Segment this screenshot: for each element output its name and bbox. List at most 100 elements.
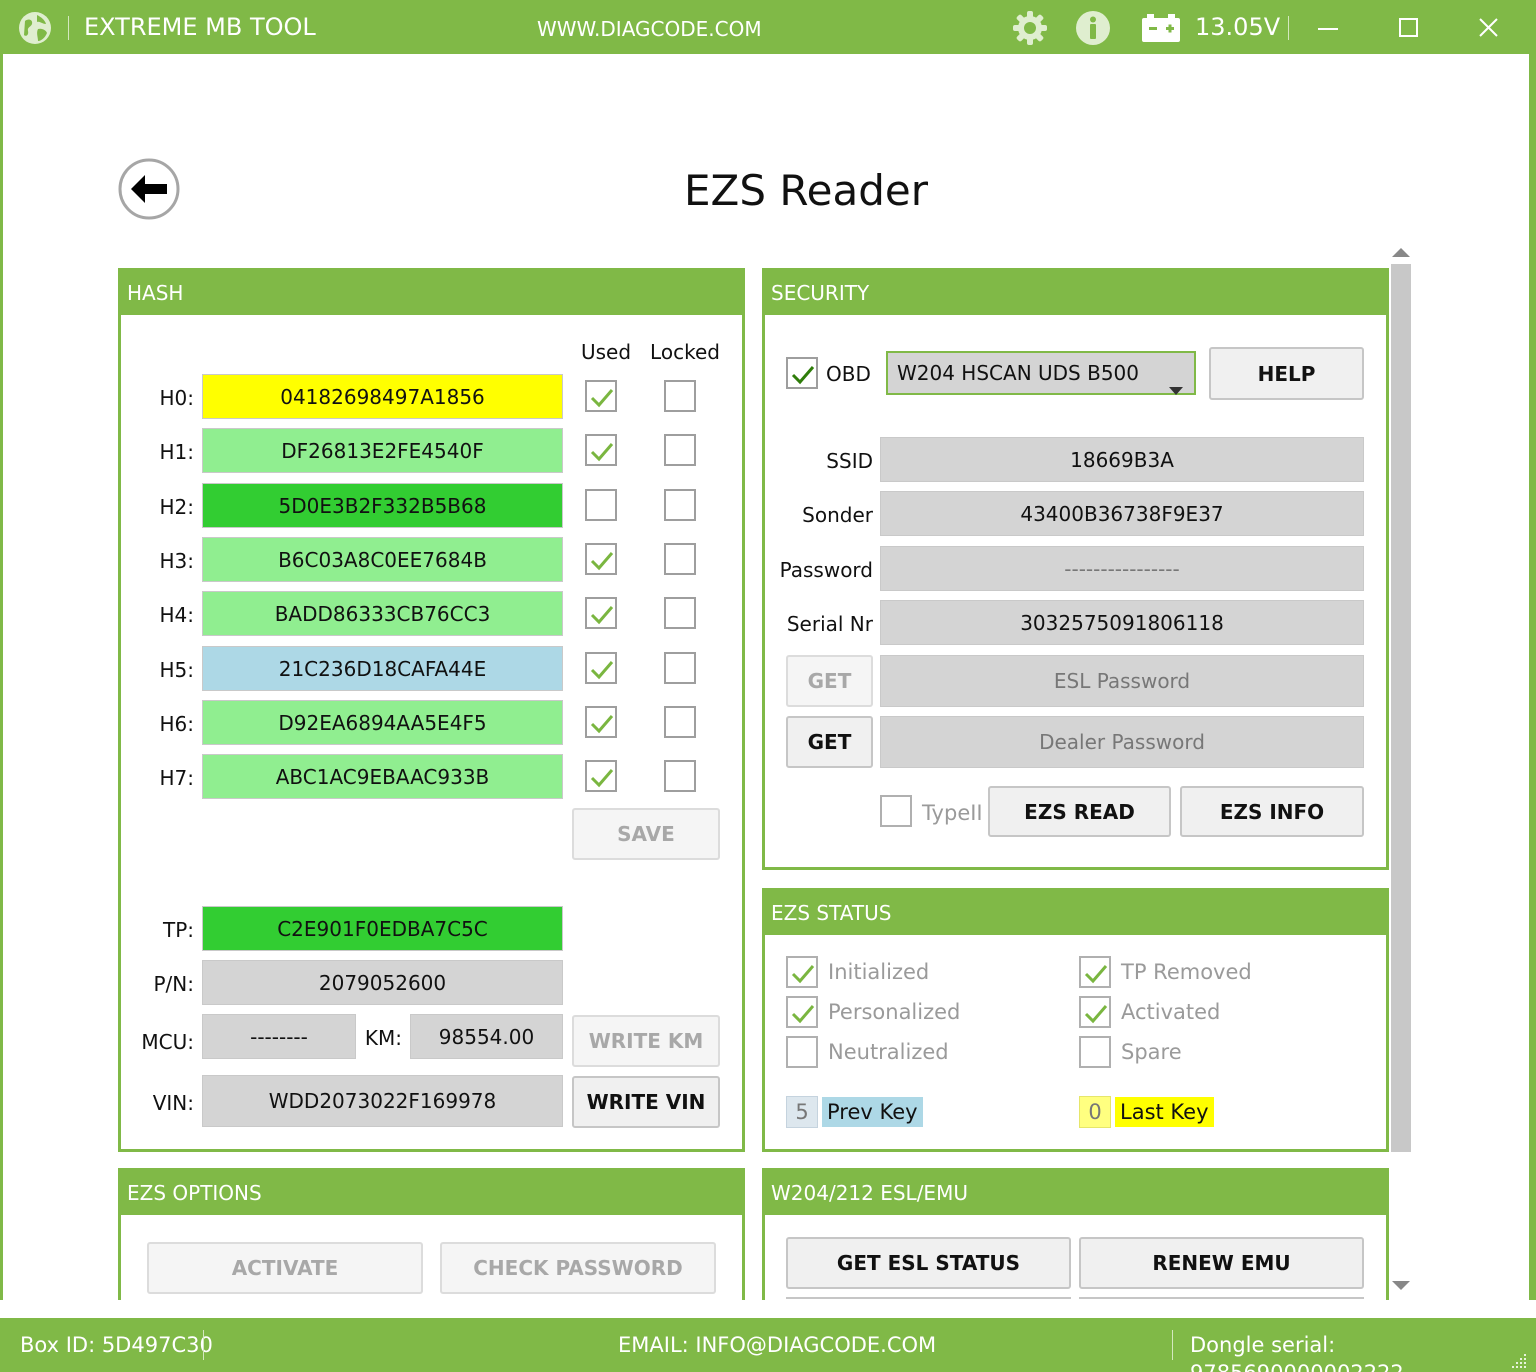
spare-checkbox bbox=[1079, 1036, 1111, 1068]
ezs-read-button[interactable]: EZS READ bbox=[988, 786, 1171, 837]
hash-locked-checkbox[interactable] bbox=[664, 543, 696, 575]
tp-field: C2E901F0EDBA7C5C bbox=[202, 906, 563, 951]
hash-row-label: H2: bbox=[159, 495, 194, 519]
hash-value-field[interactable]: 5D0E3B2F332B5B68 bbox=[202, 483, 563, 528]
hash-row-label: H3: bbox=[159, 549, 194, 573]
support-email: EMAIL: INFO@DIAGCODE.COM bbox=[618, 1333, 937, 1357]
serial-nr-label: Serial Nr bbox=[786, 612, 873, 636]
hash-locked-checkbox[interactable] bbox=[664, 380, 696, 412]
spare-label: Spare bbox=[1121, 1040, 1182, 1064]
password-field: ---------------- bbox=[880, 546, 1364, 591]
hash-locked-checkbox[interactable] bbox=[664, 760, 696, 792]
write-km-button[interactable]: WRITE KM bbox=[572, 1015, 720, 1067]
get-esl-password-button[interactable]: GET bbox=[786, 655, 873, 707]
dealer-password-field[interactable]: Dealer Password bbox=[880, 716, 1364, 768]
hash-used-checkbox[interactable] bbox=[585, 434, 617, 466]
hash-value-field[interactable]: D92EA6894AA5E4F5 bbox=[202, 700, 563, 745]
used-column-header: Used bbox=[580, 340, 632, 364]
hash-used-checkbox[interactable] bbox=[585, 760, 617, 792]
dongle-serial: Dongle serial: 9785690000002222 bbox=[1190, 1333, 1404, 1372]
hash-row-label: H0: bbox=[159, 386, 194, 410]
hash-value-field[interactable]: BADD86333CB76CC3 bbox=[202, 591, 563, 636]
activated-checkbox bbox=[1079, 996, 1111, 1028]
hash-value-field[interactable]: DF26813E2FE4540F bbox=[202, 428, 563, 473]
close-button[interactable] bbox=[1472, 14, 1504, 42]
neutralized-checkbox bbox=[786, 1036, 818, 1068]
app-title: EXTREME MB TOOL bbox=[84, 13, 316, 41]
vertical-scrollbar[interactable] bbox=[1391, 264, 1411, 1152]
hash-used-checkbox[interactable] bbox=[585, 652, 617, 684]
mcu-field: -------- bbox=[202, 1014, 356, 1059]
help-button[interactable]: HELP bbox=[1209, 347, 1364, 400]
activate-button[interactable]: ACTIVATE bbox=[147, 1242, 423, 1294]
activated-label: Activated bbox=[1121, 1000, 1221, 1024]
hash-value-field[interactable]: 21C236D18CAFA44E bbox=[202, 646, 563, 691]
hash-locked-checkbox[interactable] bbox=[664, 706, 696, 738]
ezs-info-button[interactable]: EZS INFO bbox=[1180, 786, 1364, 837]
pn-field: 2079052600 bbox=[202, 960, 563, 1005]
hash-used-checkbox[interactable] bbox=[585, 380, 617, 412]
maximize-button[interactable] bbox=[1392, 14, 1424, 42]
settings-gear-icon[interactable] bbox=[1010, 8, 1050, 48]
security-panel-header: SECURITY bbox=[765, 271, 1386, 315]
app-website: WWW.DIAGCODE.COM bbox=[537, 17, 762, 41]
protocol-select[interactable]: W204 HSCAN UDS B500 bbox=[886, 351, 1196, 395]
hash-locked-checkbox[interactable] bbox=[664, 652, 696, 684]
hash-row-label: H5: bbox=[159, 658, 194, 682]
mcu-label: MCU: bbox=[141, 1030, 194, 1054]
prev-key-number: 5 bbox=[786, 1096, 818, 1128]
sonder-field: 43400B36738F9E37 bbox=[880, 491, 1364, 536]
hash-used-checkbox[interactable] bbox=[585, 543, 617, 575]
page-title: EZS Reader bbox=[684, 166, 928, 215]
hash-locked-checkbox[interactable] bbox=[664, 489, 696, 521]
hash-used-checkbox[interactable] bbox=[585, 706, 617, 738]
tp-label: TP: bbox=[162, 918, 194, 942]
personalized-label: Personalized bbox=[828, 1000, 961, 1024]
battery-icon bbox=[1141, 12, 1181, 44]
hash-locked-checkbox[interactable] bbox=[664, 597, 696, 629]
ssid-label: SSID bbox=[826, 449, 873, 473]
check-password-button[interactable]: CHECK PASSWORD bbox=[440, 1242, 716, 1294]
ssid-field: 18669B3A bbox=[880, 437, 1364, 482]
write-vin-button[interactable]: WRITE VIN bbox=[572, 1076, 720, 1128]
hash-value-field[interactable]: 04182698497A1856 bbox=[202, 374, 563, 419]
tp-removed-checkbox bbox=[1079, 956, 1111, 988]
last-key-number: 0 bbox=[1079, 1096, 1111, 1128]
hash-panel-header: HASH bbox=[121, 271, 742, 315]
obd-checkbox[interactable] bbox=[786, 357, 818, 389]
hash-row-label: H4: bbox=[159, 603, 194, 627]
esl-emu-panel-header: W204/212 ESL/EMU bbox=[765, 1171, 1386, 1215]
typeii-label: TypeII bbox=[922, 801, 983, 825]
serial-nr-field: 3032575091806118 bbox=[880, 600, 1364, 645]
hash-value-field[interactable]: ABC1AC9EBAAC933B bbox=[202, 754, 563, 799]
scroll-down-arrow-icon[interactable] bbox=[1390, 1278, 1412, 1292]
get-esl-status-button[interactable]: GET ESL STATUS bbox=[786, 1237, 1071, 1289]
ezs-status-panel-header: EZS STATUS bbox=[765, 891, 1386, 935]
km-field[interactable]: 98554.00 bbox=[410, 1014, 563, 1059]
personalized-checkbox bbox=[786, 996, 818, 1028]
ezs-options-panel-header: EZS OPTIONS bbox=[121, 1171, 742, 1215]
info-icon[interactable] bbox=[1074, 9, 1112, 47]
renew-emu-button[interactable]: RENEW EMU bbox=[1079, 1237, 1364, 1289]
protocol-select-value: W204 HSCAN UDS B500 bbox=[897, 361, 1139, 385]
status-bar: Box ID: 5D497C30 EMAIL: INFO@DIAGCODE.CO… bbox=[0, 1318, 1536, 1372]
initialized-checkbox bbox=[786, 956, 818, 988]
esl-password-field[interactable]: ESL Password bbox=[880, 655, 1364, 707]
resize-grip-icon[interactable] bbox=[1508, 1350, 1528, 1370]
battery-voltage: 13.05V bbox=[1195, 13, 1281, 41]
get-dealer-password-button[interactable]: GET bbox=[786, 716, 873, 768]
vin-label: VIN: bbox=[152, 1091, 194, 1115]
hash-locked-checkbox[interactable] bbox=[664, 434, 696, 466]
box-id: Box ID: 5D497C30 bbox=[20, 1333, 213, 1357]
save-button[interactable]: SAVE bbox=[572, 808, 720, 860]
pn-label: P/N: bbox=[153, 972, 195, 996]
hash-used-checkbox[interactable] bbox=[585, 597, 617, 629]
km-label: KM: bbox=[364, 1026, 402, 1050]
vin-field[interactable]: WDD2073022F169978 bbox=[202, 1075, 563, 1127]
scroll-up-arrow-icon[interactable] bbox=[1390, 244, 1412, 258]
hash-used-checkbox[interactable] bbox=[585, 489, 617, 521]
globe-icon bbox=[16, 9, 54, 47]
typeii-checkbox[interactable] bbox=[880, 795, 912, 827]
minimize-button[interactable] bbox=[1312, 14, 1344, 42]
hash-value-field[interactable]: B6C03A8C0EE7684B bbox=[202, 537, 563, 582]
